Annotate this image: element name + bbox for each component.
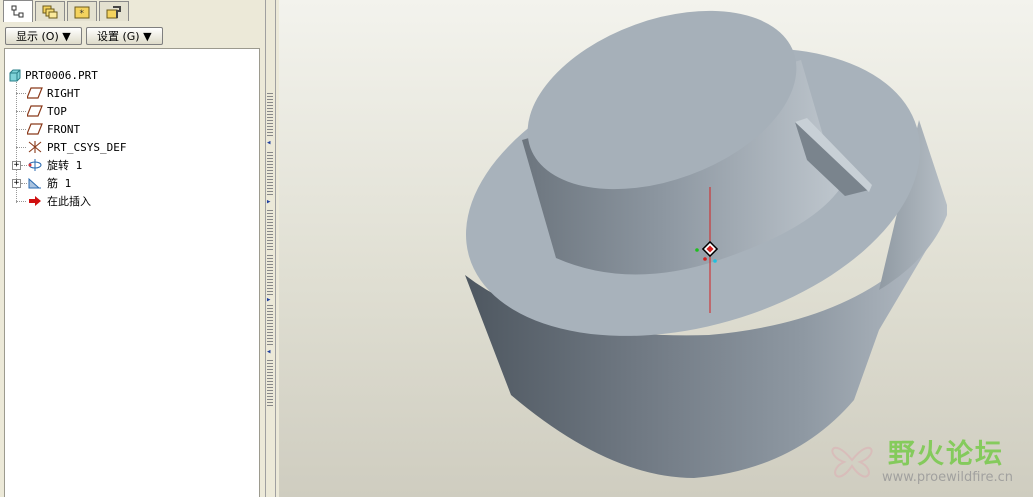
revolve-feature-icon xyxy=(28,159,42,171)
csys-x-dot xyxy=(695,248,699,252)
svg-text:*: * xyxy=(79,9,84,19)
tree-item-front[interactable]: FRONT xyxy=(27,121,80,137)
settings-dropdown-label: 设置 (G) ▼ xyxy=(97,30,152,43)
csys-z-dot xyxy=(703,257,707,261)
splitter-edge xyxy=(265,0,266,497)
datum-plane-icon xyxy=(27,87,43,99)
tree-item-insert-here[interactable]: 在此插入 xyxy=(27,193,91,209)
splitter-grip[interactable] xyxy=(267,305,273,347)
collapse-left-arrow-icon[interactable]: ◂ xyxy=(266,138,271,148)
panel-toolbar: 显示 (O) ▼ 设置 (G) ▼ xyxy=(0,23,262,47)
tab-favorites[interactable]: * xyxy=(67,1,97,21)
tree-item-revolve[interactable]: 旋转 1 xyxy=(27,157,82,173)
expand-right-arrow-icon[interactable]: ▸ xyxy=(266,197,271,207)
butterfly-logo-icon xyxy=(831,446,873,478)
expand-toggle[interactable]: + xyxy=(12,179,21,188)
tree-item-top[interactable]: TOP xyxy=(27,103,67,119)
watermark-url: www.proewildfire.cn xyxy=(882,470,1013,485)
tab-tools[interactable] xyxy=(99,1,129,21)
expand-right-arrow-icon[interactable]: ▸ xyxy=(266,295,271,305)
tree-item-label: TOP xyxy=(47,104,67,118)
settings-dropdown-button[interactable]: 设置 (G) ▼ xyxy=(86,27,163,45)
tree-root[interactable]: PRT0006.PRT xyxy=(8,67,98,83)
show-dropdown-label: 显示 (O) ▼ xyxy=(16,30,71,43)
favorites-folder-icon: * xyxy=(74,6,90,19)
show-dropdown-button[interactable]: 显示 (O) ▼ xyxy=(5,27,82,45)
tree-item-right[interactable]: RIGHT xyxy=(27,85,80,101)
datum-plane-icon xyxy=(27,105,43,117)
tab-layers[interactable] xyxy=(35,1,65,21)
splitter-grip[interactable] xyxy=(267,255,273,295)
coordinate-system-icon xyxy=(28,141,42,153)
tree-item-label: 筋 1 xyxy=(47,177,72,190)
tree-item-label: 在此插入 xyxy=(47,195,91,208)
panel-tab-strip: * xyxy=(0,0,262,23)
tree-item-label: PRT_CSYS_DEF xyxy=(47,140,127,154)
collapse-left-arrow-icon[interactable]: ◂ xyxy=(266,347,271,357)
splitter-grip[interactable] xyxy=(267,210,273,250)
layers-icon xyxy=(42,5,58,18)
tree-item-label: 旋转 1 xyxy=(47,159,83,172)
part-model-3d[interactable] xyxy=(279,0,1033,497)
panel-splitter[interactable]: ◂ ▸ ▸ ◂ xyxy=(262,0,279,497)
watermark-title: 野火论坛 xyxy=(888,439,1004,470)
splitter-grip[interactable] xyxy=(267,93,273,138)
csys-y-dot xyxy=(713,259,717,263)
tab-model-tree[interactable] xyxy=(3,0,33,22)
tree-connector xyxy=(16,93,26,94)
part-icon xyxy=(9,69,21,81)
splitter-edge xyxy=(275,0,276,497)
graphics-viewport[interactable]: 野火论坛 www.proewildfire.cn xyxy=(279,0,1033,497)
left-panel: * 显示 (O) ▼ 设置 (G) ▼ PRT0006.PRT RIGHT TO… xyxy=(0,0,262,497)
tree-item-csys[interactable]: PRT_CSYS_DEF xyxy=(27,139,126,155)
model-tree-icon xyxy=(11,5,24,17)
splitter-grip[interactable] xyxy=(267,152,273,197)
tree-root-label: PRT0006.PRT xyxy=(25,68,98,82)
splitter-grip[interactable] xyxy=(267,360,273,408)
datum-plane-icon xyxy=(27,123,43,135)
tree-connector xyxy=(16,129,26,130)
expand-toggle[interactable]: + xyxy=(12,161,21,170)
tree-connector xyxy=(16,201,26,202)
tree-item-rib[interactable]: 筋 1 xyxy=(27,175,71,191)
tree-connector xyxy=(16,111,26,112)
insert-here-arrow-icon xyxy=(29,196,41,206)
tree-item-label: RIGHT xyxy=(47,86,81,100)
tools-icon xyxy=(106,5,121,18)
tree-item-label: FRONT xyxy=(47,122,81,136)
tree-connector xyxy=(16,147,26,148)
watermark: 野火论坛 www.proewildfire.cn xyxy=(822,430,1028,492)
rib-feature-icon xyxy=(28,177,41,189)
model-tree: PRT0006.PRT RIGHT TOP FRONT PRT_CSYS_DEF xyxy=(4,48,260,497)
